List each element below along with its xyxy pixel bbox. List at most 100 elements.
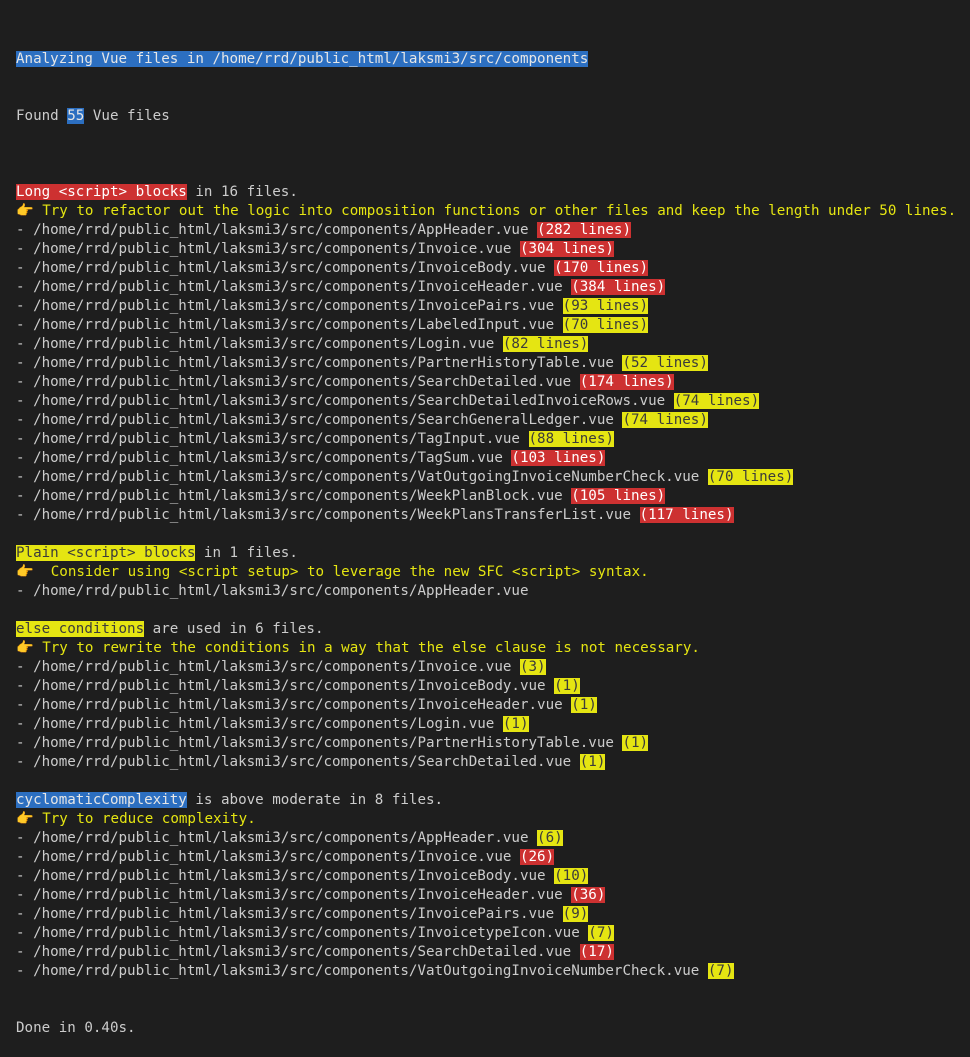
list-item: - /home/rrd/public_html/laksmi3/src/comp… (16, 259, 966, 278)
count-badge: (304 lines) (519, 241, 614, 257)
list-item: - /home/rrd/public_html/laksmi3/src/comp… (16, 449, 966, 468)
badge-gap (571, 374, 580, 390)
list-item: - /home/rrd/public_html/laksmi3/src/comp… (16, 373, 966, 392)
badge-gap (494, 336, 503, 352)
pointing-hand-icon-tip: 👉 Consider using <script setup> to lever… (16, 564, 649, 580)
file-path: - /home/rrd/public_html/laksmi3/src/comp… (16, 241, 512, 257)
count-badge: (36) (571, 887, 606, 903)
list-item: - /home/rrd/public_html/laksmi3/src/comp… (16, 867, 966, 886)
badge-gap (546, 678, 555, 694)
section-tip-line: 👉 Try to rewrite the conditions in a way… (16, 639, 966, 658)
badge-gap (511, 659, 520, 675)
badge-gap (580, 925, 589, 941)
list-item: - /home/rrd/public_html/laksmi3/src/comp… (16, 316, 966, 335)
found-count: 55 (67, 108, 85, 124)
badge-gap (511, 241, 520, 257)
file-path: - /home/rrd/public_html/laksmi3/src/comp… (16, 849, 512, 865)
count-badge: (1) (571, 697, 597, 713)
file-path: - /home/rrd/public_html/laksmi3/src/comp… (16, 450, 503, 466)
section-title-line-else-conditions: else conditions are used in 6 files. (16, 620, 966, 639)
terminal-output: Analyzing Vue files in /home/rrd/public_… (16, 12, 966, 1057)
badge-gap (529, 222, 538, 238)
list-item: - /home/rrd/public_html/laksmi3/src/comp… (16, 392, 966, 411)
file-path: - /home/rrd/public_html/laksmi3/src/comp… (16, 925, 580, 941)
list-item: - /home/rrd/public_html/laksmi3/src/comp… (16, 696, 966, 715)
list-item: - /home/rrd/public_html/laksmi3/src/comp… (16, 753, 966, 772)
file-path: - /home/rrd/public_html/laksmi3/src/comp… (16, 659, 512, 675)
count-badge: (10) (554, 868, 589, 884)
badge-gap (546, 868, 555, 884)
file-path: - /home/rrd/public_html/laksmi3/src/comp… (16, 887, 563, 903)
section-tip-line: 👉 Try to refactor out the logic into com… (16, 202, 966, 221)
badge-gap (520, 431, 529, 447)
list-item: - /home/rrd/public_html/laksmi3/src/comp… (16, 924, 966, 943)
section-title-line-cyclomatic-complexity: cyclomaticComplexity is above moderate i… (16, 791, 966, 810)
count-badge: (117 lines) (639, 507, 734, 523)
count-badge: (7) (588, 925, 614, 941)
count-badge: (105 lines) (571, 488, 666, 504)
count-badge: (93 lines) (562, 298, 649, 314)
file-path: - /home/rrd/public_html/laksmi3/src/comp… (16, 678, 546, 694)
found-suffix: Vue files (84, 108, 170, 124)
count-badge: (103 lines) (511, 450, 606, 466)
count-badge: (1) (579, 754, 606, 770)
count-badge: (74 lines) (622, 412, 708, 428)
found-line: Found 55 Vue files (16, 107, 966, 126)
file-path: - /home/rrd/public_html/laksmi3/src/comp… (16, 754, 572, 770)
badge-gap (494, 716, 503, 732)
count-badge: (82 lines) (502, 336, 589, 352)
badge-gap (631, 507, 640, 523)
count-badge: (174 lines) (579, 374, 674, 390)
file-path: - /home/rrd/public_html/laksmi3/src/comp… (16, 222, 529, 238)
file-path: - /home/rrd/public_html/laksmi3/src/comp… (16, 298, 555, 314)
count-badge: (384 lines) (571, 279, 666, 295)
file-path: - /home/rrd/public_html/laksmi3/src/comp… (16, 583, 529, 599)
file-path: - /home/rrd/public_html/laksmi3/src/comp… (16, 697, 563, 713)
section-summary: in 1 files. (195, 545, 298, 561)
section-tip-line: 👉 Try to reduce complexity. (16, 810, 966, 829)
pointing-hand-icon-tip: 👉 Try to rewrite the conditions in a way… (16, 640, 700, 656)
file-path: - /home/rrd/public_html/laksmi3/src/comp… (16, 868, 546, 884)
badge-gap (563, 887, 572, 903)
list-item: - /home/rrd/public_html/laksmi3/src/comp… (16, 221, 966, 240)
count-badge: (9) (562, 906, 589, 922)
section-summary: is above moderate in 8 files. (186, 792, 444, 808)
count-badge: (6) (537, 830, 563, 846)
badge-gap (571, 944, 580, 960)
found-prefix: Found (16, 108, 68, 124)
count-badge: (26) (519, 849, 555, 865)
list-item: - /home/rrd/public_html/laksmi3/src/comp… (16, 677, 966, 696)
analyzing-text: Analyzing Vue files in /home/rrd/public_… (16, 51, 589, 67)
pointing-hand-icon-tip: 👉 Try to reduce complexity. (16, 811, 256, 827)
count-badge: (282 lines) (537, 222, 632, 238)
list-item: - /home/rrd/public_html/laksmi3/src/comp… (16, 734, 966, 753)
list-item: - /home/rrd/public_html/laksmi3/src/comp… (16, 411, 966, 430)
list-item: - /home/rrd/public_html/laksmi3/src/comp… (16, 829, 966, 848)
file-path: - /home/rrd/public_html/laksmi3/src/comp… (16, 830, 529, 846)
section-title-plain-script: Plain <script> blocks (16, 545, 196, 561)
list-item: - /home/rrd/public_html/laksmi3/src/comp… (16, 335, 966, 354)
section-title-cyclomatic-complexity: cyclomaticComplexity (16, 792, 187, 808)
badge-gap (554, 906, 563, 922)
list-item: - /home/rrd/public_html/laksmi3/src/comp… (16, 430, 966, 449)
list-item: - /home/rrd/public_html/laksmi3/src/comp… (16, 962, 966, 981)
badge-gap (571, 754, 580, 770)
file-path: - /home/rrd/public_html/laksmi3/src/comp… (16, 944, 572, 960)
section-summary: are used in 6 files. (144, 621, 324, 637)
count-badge: (70 lines) (707, 469, 794, 485)
badge-gap (699, 963, 708, 979)
file-path: - /home/rrd/public_html/laksmi3/src/comp… (16, 393, 666, 409)
list-item: - /home/rrd/public_html/laksmi3/src/comp… (16, 715, 966, 734)
count-badge: (17) (579, 944, 614, 960)
list-item: - /home/rrd/public_html/laksmi3/src/comp… (16, 582, 966, 601)
file-path: - /home/rrd/public_html/laksmi3/src/comp… (16, 336, 495, 352)
list-item: - /home/rrd/public_html/laksmi3/src/comp… (16, 943, 966, 962)
section-summary: in 16 files. (186, 184, 298, 200)
report-sections: Long <script> blocks in 16 files. 👉 Try t… (16, 164, 966, 981)
list-item: - /home/rrd/public_html/laksmi3/src/comp… (16, 354, 966, 373)
list-item: - /home/rrd/public_html/laksmi3/src/comp… (16, 297, 966, 316)
badge-gap (699, 469, 708, 485)
list-item: - /home/rrd/public_html/laksmi3/src/comp… (16, 278, 966, 297)
